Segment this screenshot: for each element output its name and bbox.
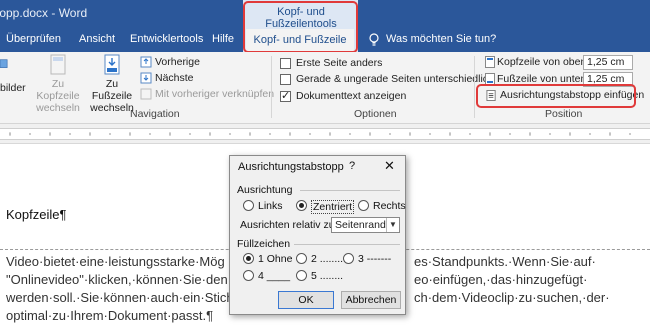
next-icon <box>140 72 152 84</box>
leader-1-label: 1 Ohne <box>258 253 293 265</box>
close-icon[interactable]: ✕ <box>384 158 395 174</box>
leader-5-label: 5 ........ <box>311 270 344 282</box>
previous-icon <box>140 56 152 68</box>
relative-to-label: Ausrichten relativ zu: <box>240 219 338 231</box>
align-right-label: Rechts <box>373 200 406 212</box>
navigation-group-label: Navigation <box>130 108 180 120</box>
bilder-label[interactable]: bilder <box>0 82 26 94</box>
section-rule <box>300 190 400 191</box>
tab-ueberpruefen[interactable]: Überprüfen <box>6 33 61 45</box>
leader-1-radio[interactable] <box>243 253 254 264</box>
goto-header-icon <box>50 54 66 75</box>
picture-icon <box>0 59 8 68</box>
first-page-different-checkbox[interactable] <box>280 58 291 69</box>
document-title: topp.docx - Word <box>0 6 88 20</box>
goto-footer-button[interactable]: Zu Fußzeile wechseln <box>88 54 136 114</box>
leader-4-radio[interactable] <box>243 270 254 281</box>
relative-to-value: Seitenrand <box>335 219 386 231</box>
next-button[interactable]: Nächste <box>155 72 194 84</box>
odd-even-label: Gerade & ungerade Seiten unterschiedlich <box>296 73 494 85</box>
show-document-text-label: Dokumenttext anzeigen <box>296 90 407 102</box>
group-separator <box>474 56 475 118</box>
header-from-top-input[interactable]: 1,25 cm <box>583 55 633 70</box>
tab-hilfe[interactable]: Hilfe <box>212 33 234 45</box>
leader-3-radio[interactable] <box>343 253 354 264</box>
tell-me-search[interactable]: Was möchten Sie tun? <box>386 33 496 45</box>
leader-5-radio[interactable] <box>296 270 307 281</box>
previous-button[interactable]: Vorherige <box>155 56 200 68</box>
section-rule <box>294 244 400 245</box>
align-center-radio[interactable] <box>296 200 307 211</box>
context-highlight <box>243 1 358 53</box>
align-center-label: Zentriert <box>311 200 355 214</box>
dialog-title: Ausrichtungstabstopp <box>238 161 344 173</box>
horizontal-ruler[interactable] <box>0 128 650 140</box>
leader-section-label: Füllzeichen <box>237 238 291 250</box>
leader-3-label: 3 ------- <box>358 253 392 265</box>
ruler-area <box>0 124 650 144</box>
show-document-text-checkbox[interactable] <box>280 89 291 102</box>
cancel-button[interactable]: Abbrechen <box>341 291 401 309</box>
goto-footer-icon <box>104 54 120 75</box>
goto-header-button[interactable]: Zu Kopfzeile wechseln <box>34 54 82 114</box>
leader-2-label: 2 ......... <box>311 253 347 265</box>
leader-4-label: 4 ____ <box>258 270 291 282</box>
options-group-label: Optionen <box>354 108 397 120</box>
relative-to-select[interactable]: Seitenrand ▼ <box>331 217 400 233</box>
tab-ansicht[interactable]: Ansicht <box>79 33 115 45</box>
leader-2-radio[interactable] <box>296 253 307 264</box>
link-previous-button[interactable]: Mit vorheriger verknüpfen <box>155 88 274 100</box>
lightbulb-icon <box>369 33 379 46</box>
ribbon: bilder Zu Kopfzeile wechseln Zu Fußzeile… <box>0 52 650 124</box>
alignment-tab-dialog: Ausrichtungstabstopp ? ✕ Ausrichtung Lin… <box>229 155 406 315</box>
align-right-radio[interactable] <box>358 200 369 211</box>
goto-header-label: Zu Kopfzeile wechseln <box>36 78 80 114</box>
odd-even-checkbox[interactable] <box>280 74 291 85</box>
position-group-label: Position <box>545 108 583 120</box>
align-left-radio[interactable] <box>243 200 254 211</box>
tab-button-highlight <box>476 84 636 108</box>
chevron-down-icon: ▼ <box>386 218 399 232</box>
tab-entwicklertools[interactable]: Entwicklertools <box>130 33 203 45</box>
alignment-section-label: Ausrichtung <box>237 184 293 196</box>
header-text[interactable]: Kopfzeile¶ <box>6 207 66 222</box>
group-separator <box>271 56 272 118</box>
ok-button[interactable]: OK <box>278 291 334 309</box>
first-page-different-label: Erste Seite anders <box>296 57 383 69</box>
goto-footer-label: Zu Fußzeile wechseln <box>90 78 134 114</box>
header-top-icon <box>485 56 495 68</box>
header-from-top-label: Kopfzeile von oben: <box>497 56 590 68</box>
link-icon <box>140 88 152 100</box>
help-button[interactable]: ? <box>349 160 355 172</box>
align-left-label: Links <box>258 200 283 212</box>
